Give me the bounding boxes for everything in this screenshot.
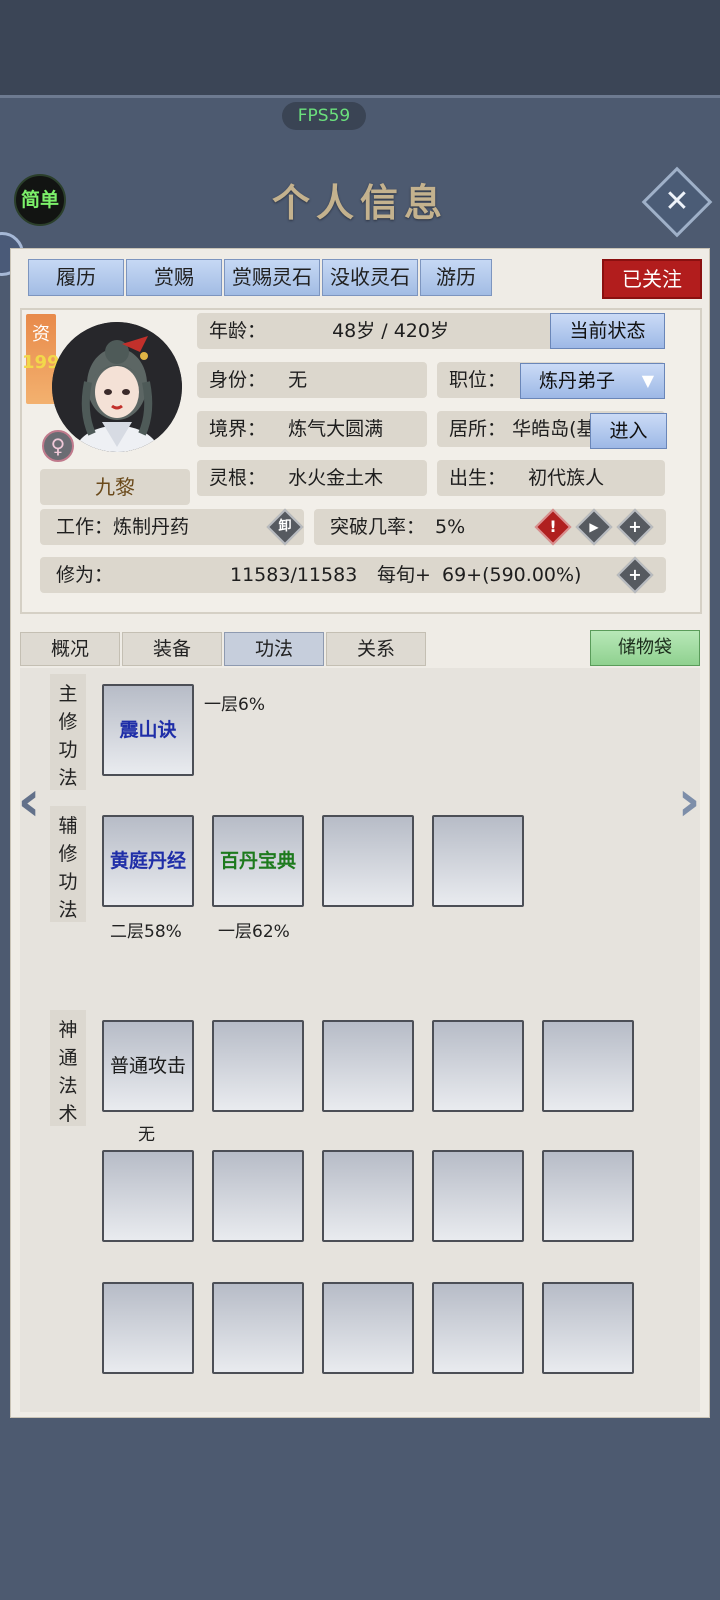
detail-tab-bar: 概况 装备 功法 关系	[20, 632, 426, 666]
current-status-button[interactable]: 当前状态	[550, 313, 665, 349]
tab-overview[interactable]: 概况	[20, 632, 120, 666]
spell-slot[interactable]: 普通攻击	[102, 1020, 194, 1112]
alert-icon: !	[549, 517, 557, 536]
empty-spell-slot[interactable]	[322, 1282, 414, 1374]
aux-method-name: 黄庭丹经	[109, 850, 186, 872]
empty-spell-slot[interactable]	[212, 1020, 304, 1112]
tab-methods[interactable]: 功法	[224, 632, 324, 666]
main-method-label: 主修功法	[50, 674, 86, 790]
empty-spell-slot[interactable]	[102, 1282, 194, 1374]
character-name: 九黎	[40, 469, 190, 505]
aux-method-slot[interactable]: 百丹宝典	[212, 815, 304, 907]
top-status-area	[0, 0, 720, 95]
cultivation-value: 11583/11583	[230, 564, 358, 586]
per-turn-label: 每旬+	[377, 564, 431, 586]
birth-value: 初代族人	[528, 467, 605, 489]
empty-spell-slot[interactable]	[102, 1150, 194, 1242]
spell-name: 普通攻击	[110, 1055, 187, 1077]
avatar[interactable]	[52, 322, 182, 452]
empty-aux-slot[interactable]	[322, 815, 414, 907]
tab-confiscate-stones[interactable]: 没收灵石	[322, 259, 418, 296]
position-value: 炼丹弟子	[539, 370, 616, 392]
main-method-level: 一层6%	[204, 695, 265, 715]
tab-history[interactable]: 履历	[28, 259, 124, 296]
empty-aux-slot[interactable]	[432, 815, 524, 907]
residence-value: 华皓岛(基	[512, 418, 596, 440]
identity-field: 身份： 无	[197, 362, 427, 398]
close-icon: ✕	[664, 184, 690, 219]
identity-label: 身份：	[209, 369, 267, 391]
plus-icon: +	[628, 565, 642, 584]
unload-icon: 卸	[278, 519, 292, 534]
empty-spell-slot[interactable]	[322, 1150, 414, 1242]
aux-method-slot[interactable]: 黄庭丹经	[102, 815, 194, 907]
aux-method-name: 百丹宝典	[219, 850, 296, 872]
spells-label: 神通法术	[50, 1010, 86, 1126]
chevron-down-icon: ▼	[641, 371, 654, 390]
breakthrough-value: 5%	[435, 516, 466, 538]
position-dropdown[interactable]: 炼丹弟子 ▼	[520, 363, 665, 399]
aux-method-level: 二层58%	[110, 922, 182, 942]
plus-icon: +	[628, 517, 642, 536]
tab-travel[interactable]: 游历	[420, 259, 492, 296]
empty-spell-slot[interactable]	[432, 1282, 524, 1374]
enter-button[interactable]: 进入	[590, 413, 667, 449]
realm-value: 炼气大圆满	[288, 418, 384, 440]
tab-equipment[interactable]: 装备	[122, 632, 222, 666]
female-gender-icon: ♀	[42, 430, 74, 462]
empty-spell-slot[interactable]	[212, 1282, 304, 1374]
breakthrough-label: 突破几率：	[330, 516, 426, 538]
empty-spell-slot[interactable]	[542, 1282, 634, 1374]
fps-counter: FPS59	[282, 102, 366, 130]
cultivation-label: 修为：	[56, 564, 114, 586]
main-method-slot[interactable]: 震山诀	[102, 684, 194, 776]
avatar-portrait	[52, 322, 182, 452]
work-value: 炼制丹药	[113, 516, 190, 538]
spirit-root-field: 灵根： 水火金土木	[197, 460, 427, 496]
storage-bag-button[interactable]: 储物袋	[590, 630, 700, 666]
tab-relations[interactable]: 关系	[326, 632, 426, 666]
empty-spell-slot[interactable]	[322, 1020, 414, 1112]
age-value: 48岁 / 420岁	[332, 320, 449, 342]
empty-spell-slot[interactable]	[542, 1150, 634, 1242]
identity-value: 无	[288, 369, 308, 391]
chevron-right-icon[interactable]: ›	[674, 774, 704, 830]
age-label: 年龄：	[209, 320, 267, 342]
residence-label: 居所：	[449, 418, 507, 440]
chevron-left-icon[interactable]: ‹	[14, 774, 44, 830]
simple-mode-button[interactable]: 简单	[14, 174, 66, 226]
empty-spell-slot[interactable]	[542, 1020, 634, 1112]
tab-reward[interactable]: 赏赐	[126, 259, 222, 296]
page-title: 个人信息	[271, 180, 448, 225]
follow-button[interactable]: 已关注	[602, 259, 702, 299]
realm-label: 境界：	[209, 418, 267, 440]
spirit-root-value: 水火金土木	[288, 467, 384, 489]
aux-method-level: 一层62%	[218, 922, 290, 942]
work-field: 工作：炼制丹药	[40, 509, 304, 545]
birth-label: 出生：	[449, 467, 507, 489]
realm-field: 境界： 炼气大圆满	[197, 411, 427, 447]
tab-reward-stones[interactable]: 赏赐灵石	[224, 259, 320, 296]
breakthrough-field: 突破几率： 5%	[314, 509, 666, 545]
empty-spell-slot[interactable]	[432, 1150, 524, 1242]
spell-level: 无	[138, 1125, 155, 1145]
top-tab-bar: 履历 赏赐 赏赐灵石 没收灵石 游历	[28, 259, 492, 296]
spirit-root-label: 灵根：	[209, 467, 267, 489]
aux-method-label: 辅修功法	[50, 806, 86, 922]
main-method-name: 震山诀	[119, 719, 177, 741]
empty-spell-slot[interactable]	[432, 1020, 524, 1112]
birth-field: 出生： 初代族人	[437, 460, 665, 496]
cultivation-field: 修为： 11583/11583 每旬+ 69+(590.00%)	[40, 557, 666, 593]
position-label: 职位：	[449, 369, 507, 391]
work-label: 工作：	[56, 516, 114, 538]
empty-spell-slot[interactable]	[212, 1150, 304, 1242]
play-icon: ▶	[589, 520, 599, 534]
per-turn-value: 69+(590.00%)	[442, 564, 582, 586]
